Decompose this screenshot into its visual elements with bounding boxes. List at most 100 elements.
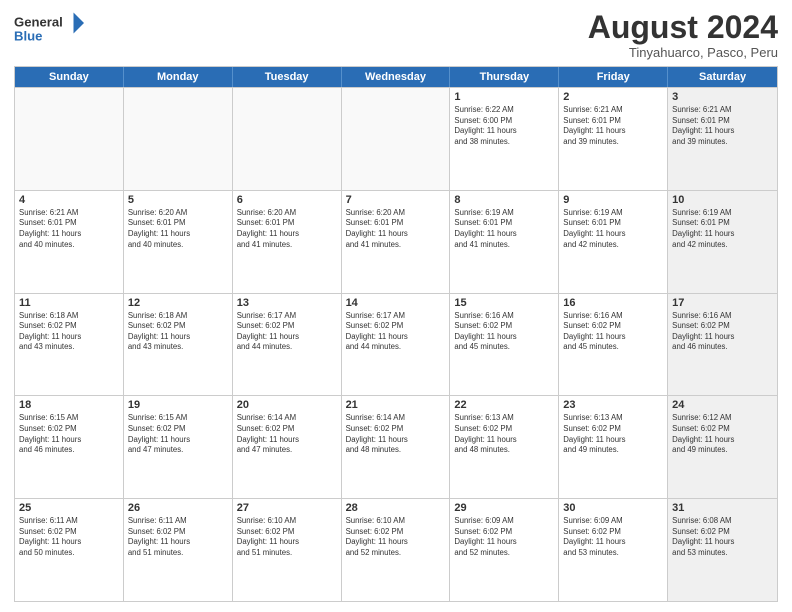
- day-info: Sunrise: 6:10 AM Sunset: 6:02 PM Dayligh…: [237, 516, 337, 558]
- header-day-saturday: Saturday: [668, 67, 777, 87]
- day-info: Sunrise: 6:19 AM Sunset: 6:01 PM Dayligh…: [672, 208, 773, 250]
- day-number: 27: [237, 502, 337, 514]
- day-number: 4: [19, 194, 119, 206]
- day-cell-28: 28 Sunrise: 6:10 AM Sunset: 6:02 PM Dayli…: [342, 499, 451, 601]
- header-day-tuesday: Tuesday: [233, 67, 342, 87]
- calendar-header: SundayMondayTuesdayWednesdayThursdayFrid…: [15, 67, 777, 87]
- day-info: Sunrise: 6:10 AM Sunset: 6:02 PM Dayligh…: [346, 516, 446, 558]
- day-info: Sunrise: 6:20 AM Sunset: 6:01 PM Dayligh…: [346, 208, 446, 250]
- day-number: 29: [454, 502, 554, 514]
- day-info: Sunrise: 6:16 AM Sunset: 6:02 PM Dayligh…: [454, 311, 554, 353]
- day-cell-23: 23 Sunrise: 6:13 AM Sunset: 6:02 PM Dayli…: [559, 396, 668, 498]
- day-info: Sunrise: 6:09 AM Sunset: 6:02 PM Dayligh…: [454, 516, 554, 558]
- month-title: August 2024: [588, 10, 778, 45]
- day-cell-24: 24Sunrise: 6:12 AM Sunset: 6:02 PM Dayli…: [668, 396, 777, 498]
- day-number: 25: [19, 502, 119, 514]
- day-info: Sunrise: 6:13 AM Sunset: 6:02 PM Dayligh…: [454, 413, 554, 455]
- day-number: 28: [346, 502, 446, 514]
- day-number: 11: [19, 297, 119, 309]
- day-info: Sunrise: 6:17 AM Sunset: 6:02 PM Dayligh…: [237, 311, 337, 353]
- day-number: 31: [672, 502, 773, 514]
- day-cell-13: 13Sunrise: 6:17 AM Sunset: 6:02 PM Dayli…: [233, 294, 342, 396]
- header: General Blue August 2024 Tinyahuarco, Pa…: [14, 10, 778, 60]
- day-cell-14: 14 Sunrise: 6:17 AM Sunset: 6:02 PM Dayli…: [342, 294, 451, 396]
- day-info: Sunrise: 6:19 AM Sunset: 6:01 PM Dayligh…: [563, 208, 663, 250]
- day-number: 12: [128, 297, 228, 309]
- day-number: 23: [563, 399, 663, 411]
- empty-cell-0-3: [342, 88, 451, 190]
- empty-cell-0-2: [233, 88, 342, 190]
- calendar: SundayMondayTuesdayWednesdayThursdayFrid…: [14, 66, 778, 602]
- cal-row-4: 25 Sunrise: 6:11 AM Sunset: 6:02 PM Dayli…: [15, 498, 777, 601]
- day-number: 7: [346, 194, 446, 206]
- day-info: Sunrise: 6:19 AM Sunset: 6:01 PM Dayligh…: [454, 208, 554, 250]
- day-number: 20: [237, 399, 337, 411]
- day-cell-22: 22 Sunrise: 6:13 AM Sunset: 6:02 PM Dayli…: [450, 396, 559, 498]
- day-cell-3: 3 Sunrise: 6:21 AM Sunset: 6:01 PM Daylig…: [668, 88, 777, 190]
- logo: General Blue: [14, 10, 84, 50]
- empty-cell-0-1: [124, 88, 233, 190]
- day-number: 19: [128, 399, 228, 411]
- day-cell-18: 18 Sunrise: 6:15 AM Sunset: 6:02 PM Dayli…: [15, 396, 124, 498]
- day-info: Sunrise: 6:11 AM Sunset: 6:02 PM Dayligh…: [19, 516, 119, 558]
- header-day-sunday: Sunday: [15, 67, 124, 87]
- day-number: 16: [563, 297, 663, 309]
- day-cell-1: 1Sunrise: 6:22 AM Sunset: 6:00 PM Daylig…: [450, 88, 559, 190]
- day-cell-10: 10 Sunrise: 6:19 AM Sunset: 6:01 PM Dayli…: [668, 191, 777, 293]
- day-cell-29: 29 Sunrise: 6:09 AM Sunset: 6:02 PM Dayli…: [450, 499, 559, 601]
- day-number: 18: [19, 399, 119, 411]
- day-info: Sunrise: 6:21 AM Sunset: 6:01 PM Dayligh…: [19, 208, 119, 250]
- day-cell-25: 25 Sunrise: 6:11 AM Sunset: 6:02 PM Dayli…: [15, 499, 124, 601]
- day-cell-11: 11 Sunrise: 6:18 AM Sunset: 6:02 PM Dayli…: [15, 294, 124, 396]
- page: General Blue August 2024 Tinyahuarco, Pa…: [0, 0, 792, 612]
- svg-text:General: General: [14, 15, 63, 30]
- header-day-wednesday: Wednesday: [342, 67, 451, 87]
- day-number: 21: [346, 399, 446, 411]
- day-cell-30: 30 Sunrise: 6:09 AM Sunset: 6:02 PM Dayli…: [559, 499, 668, 601]
- day-number: 3: [672, 91, 773, 103]
- svg-text:Blue: Blue: [14, 29, 42, 44]
- day-info: Sunrise: 6:11 AM Sunset: 6:02 PM Dayligh…: [128, 516, 228, 558]
- day-number: 22: [454, 399, 554, 411]
- day-info: Sunrise: 6:18 AM Sunset: 6:02 PM Dayligh…: [19, 311, 119, 353]
- cal-row-1: 4 Sunrise: 6:21 AM Sunset: 6:01 PM Daylig…: [15, 190, 777, 293]
- day-info: Sunrise: 6:20 AM Sunset: 6:01 PM Dayligh…: [128, 208, 228, 250]
- cal-row-2: 11 Sunrise: 6:18 AM Sunset: 6:02 PM Dayli…: [15, 293, 777, 396]
- day-cell-6: 6Sunrise: 6:20 AM Sunset: 6:01 PM Daylig…: [233, 191, 342, 293]
- day-info: Sunrise: 6:22 AM Sunset: 6:00 PM Dayligh…: [454, 105, 554, 147]
- day-cell-9: 9Sunrise: 6:19 AM Sunset: 6:01 PM Daylig…: [559, 191, 668, 293]
- day-info: Sunrise: 6:14 AM Sunset: 6:02 PM Dayligh…: [237, 413, 337, 455]
- day-number: 6: [237, 194, 337, 206]
- day-info: Sunrise: 6:17 AM Sunset: 6:02 PM Dayligh…: [346, 311, 446, 353]
- day-cell-21: 21Sunrise: 6:14 AM Sunset: 6:02 PM Dayli…: [342, 396, 451, 498]
- day-cell-8: 8 Sunrise: 6:19 AM Sunset: 6:01 PM Daylig…: [450, 191, 559, 293]
- header-day-thursday: Thursday: [450, 67, 559, 87]
- day-cell-2: 2 Sunrise: 6:21 AM Sunset: 6:01 PM Daylig…: [559, 88, 668, 190]
- title-block: August 2024 Tinyahuarco, Pasco, Peru: [588, 10, 778, 60]
- day-number: 10: [672, 194, 773, 206]
- day-number: 15: [454, 297, 554, 309]
- day-cell-16: 16 Sunrise: 6:16 AM Sunset: 6:02 PM Dayli…: [559, 294, 668, 396]
- day-info: Sunrise: 6:12 AM Sunset: 6:02 PM Dayligh…: [672, 413, 773, 455]
- day-info: Sunrise: 6:21 AM Sunset: 6:01 PM Dayligh…: [672, 105, 773, 147]
- calendar-body: 1Sunrise: 6:22 AM Sunset: 6:00 PM Daylig…: [15, 87, 777, 601]
- day-cell-31: 31Sunrise: 6:08 AM Sunset: 6:02 PM Dayli…: [668, 499, 777, 601]
- day-info: Sunrise: 6:16 AM Sunset: 6:02 PM Dayligh…: [563, 311, 663, 353]
- day-number: 30: [563, 502, 663, 514]
- day-info: Sunrise: 6:21 AM Sunset: 6:01 PM Dayligh…: [563, 105, 663, 147]
- day-info: Sunrise: 6:09 AM Sunset: 6:02 PM Dayligh…: [563, 516, 663, 558]
- day-number: 26: [128, 502, 228, 514]
- day-cell-7: 7 Sunrise: 6:20 AM Sunset: 6:01 PM Daylig…: [342, 191, 451, 293]
- day-cell-27: 27 Sunrise: 6:10 AM Sunset: 6:02 PM Dayli…: [233, 499, 342, 601]
- day-cell-12: 12Sunrise: 6:18 AM Sunset: 6:02 PM Dayli…: [124, 294, 233, 396]
- day-info: Sunrise: 6:13 AM Sunset: 6:02 PM Dayligh…: [563, 413, 663, 455]
- day-number: 2: [563, 91, 663, 103]
- subtitle: Tinyahuarco, Pasco, Peru: [588, 45, 778, 60]
- day-number: 8: [454, 194, 554, 206]
- empty-cell-0-0: [15, 88, 124, 190]
- day-cell-15: 15 Sunrise: 6:16 AM Sunset: 6:02 PM Dayli…: [450, 294, 559, 396]
- day-number: 14: [346, 297, 446, 309]
- day-info: Sunrise: 6:15 AM Sunset: 6:02 PM Dayligh…: [19, 413, 119, 455]
- day-info: Sunrise: 6:15 AM Sunset: 6:02 PM Dayligh…: [128, 413, 228, 455]
- day-cell-4: 4 Sunrise: 6:21 AM Sunset: 6:01 PM Daylig…: [15, 191, 124, 293]
